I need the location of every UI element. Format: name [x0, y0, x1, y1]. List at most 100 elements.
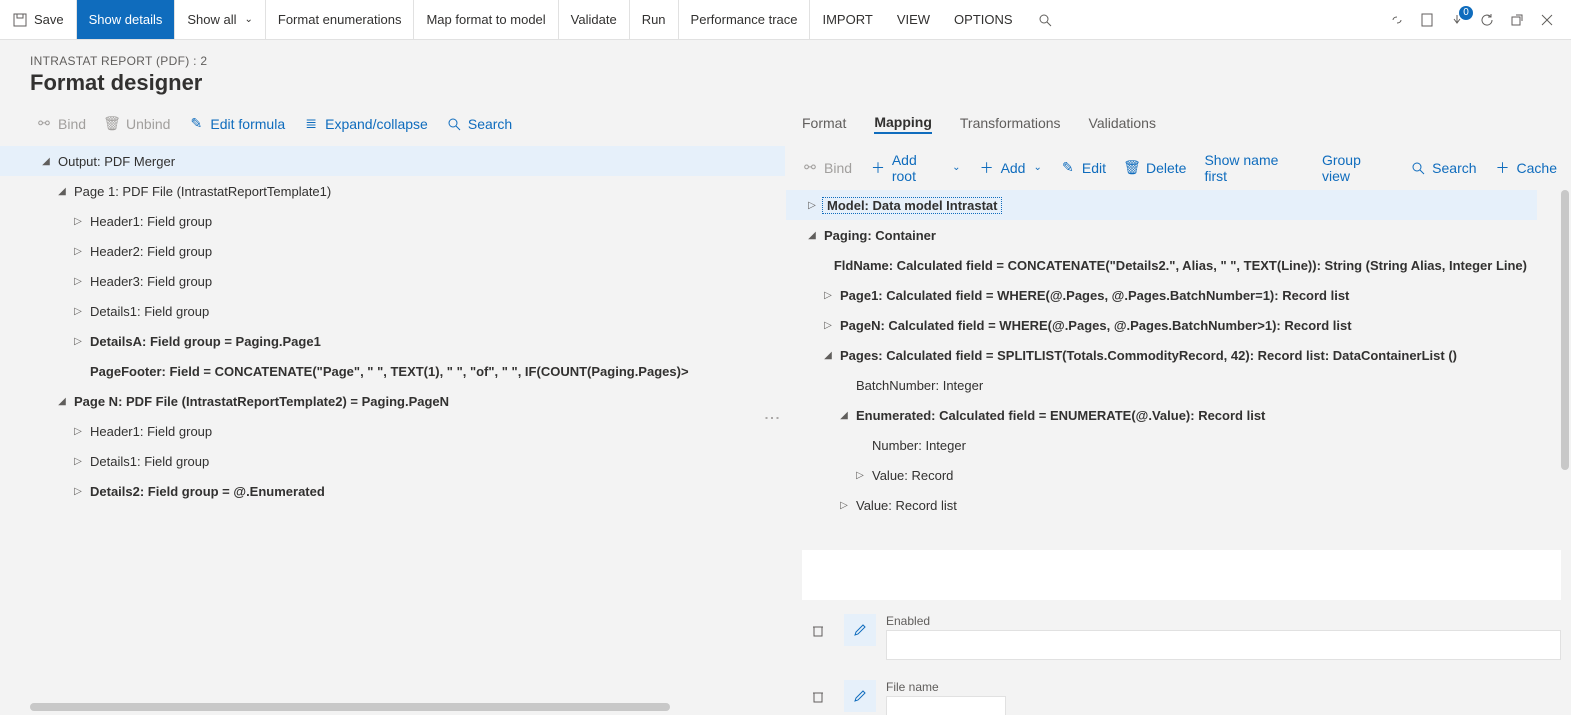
import-button[interactable]: IMPORT — [810, 0, 884, 39]
show-name-first-button[interactable]: Show name first — [1204, 152, 1304, 184]
mapping-tree[interactable]: ▷Model: Data model Intrastat◢Paging: Con… — [786, 190, 1561, 544]
search-button-right[interactable]: Search — [1410, 160, 1476, 176]
tree-row[interactable]: ◢Page N: PDF File (IntrastatReportTempla… — [0, 386, 785, 416]
tree-row[interactable]: ◢Output: PDF Merger — [0, 146, 785, 176]
tree-label: BatchNumber: Integer — [854, 378, 983, 393]
options-button[interactable]: OPTIONS — [942, 0, 1025, 39]
refresh-icon[interactable] — [1479, 12, 1495, 28]
tree-row[interactable]: ◢Pages: Calculated field = SPLITLIST(Tot… — [786, 340, 1537, 370]
tree-row[interactable]: FldName: Calculated field = CONCATENATE(… — [786, 250, 1537, 280]
horizontal-scrollbar[interactable] — [30, 703, 670, 711]
save-button[interactable]: Save — [0, 0, 77, 39]
bind-button-left[interactable]: ⚯Bind — [36, 116, 86, 132]
more-icon[interactable]: ⋮ — [762, 410, 781, 426]
expand-icon[interactable]: ▷ — [68, 306, 88, 317]
office-icon[interactable] — [1419, 12, 1435, 28]
tab-validations[interactable]: Validations — [1089, 115, 1156, 133]
chevron-down-icon: ⌄ — [952, 162, 960, 173]
tab-mapping[interactable]: Mapping — [874, 114, 932, 134]
tree-row[interactable]: ▷Value: Record list — [786, 490, 1537, 520]
expand-icon[interactable]: ▷ — [68, 456, 88, 467]
tree-row[interactable]: ◢Enumerated: Calculated field = ENUMERAT… — [786, 400, 1537, 430]
enabled-input[interactable] — [886, 630, 1561, 660]
tree-row[interactable]: ▷Header1: Field group — [0, 416, 785, 446]
run-button[interactable]: Run — [630, 0, 679, 39]
tree-row[interactable]: BatchNumber: Integer — [786, 370, 1537, 400]
cache-button[interactable]: ＋Cache — [1495, 160, 1557, 176]
expand-icon[interactable]: ▷ — [850, 470, 870, 481]
collapse-icon[interactable]: ◢ — [52, 186, 72, 197]
tree-row[interactable]: ▷Details1: Field group — [0, 296, 785, 326]
vertical-scrollbar[interactable] — [1561, 190, 1569, 470]
collapse-icon[interactable]: ◢ — [36, 156, 56, 167]
expand-icon[interactable]: ▷ — [68, 216, 88, 227]
filename-input[interactable] — [886, 696, 1006, 715]
expand-icon[interactable]: ▷ — [818, 290, 838, 301]
trash-icon: 🗑 — [104, 116, 120, 132]
tree-row[interactable]: ▷Details1: Field group — [0, 446, 785, 476]
performance-trace-button[interactable]: Performance trace — [679, 0, 811, 39]
tree-row[interactable]: ▷Details2: Field group = @.Enumerated — [0, 476, 785, 506]
tree-row[interactable]: ▷Header1: Field group — [0, 206, 785, 236]
expand-icon[interactable]: ▷ — [68, 336, 88, 347]
tab-format[interactable]: Format — [802, 115, 846, 133]
tree-label: DetailsA: Field group = Paging.Page1 — [88, 334, 321, 349]
show-details-button[interactable]: Show details — [77, 0, 176, 39]
add-root-button[interactable]: ＋Add root⌄ — [870, 152, 961, 184]
collapse-icon[interactable]: ◢ — [818, 350, 838, 361]
tree-row[interactable]: ▷Header3: Field group — [0, 266, 785, 296]
format-enumerations-button[interactable]: Format enumerations — [266, 0, 415, 39]
collapse-icon[interactable]: ◢ — [834, 410, 854, 421]
delete-enabled-button[interactable] — [802, 614, 834, 646]
format-tree[interactable]: ◢Output: PDF Merger◢Page 1: PDF File (In… — [0, 146, 785, 715]
expand-icon[interactable]: ▷ — [68, 426, 88, 437]
unbind-button[interactable]: 🗑Unbind — [104, 116, 170, 132]
tree-row[interactable]: ◢Page 1: PDF File (IntrastatReportTempla… — [0, 176, 785, 206]
expand-icon[interactable]: ▷ — [802, 200, 822, 211]
add-button[interactable]: ＋Add⌄ — [979, 160, 1042, 176]
tab-transformations[interactable]: Transformations — [960, 115, 1061, 133]
edit-filename-button[interactable] — [844, 680, 876, 712]
view-button[interactable]: VIEW — [885, 0, 942, 39]
group-view-button[interactable]: Group view — [1322, 152, 1392, 184]
tree-row[interactable]: Number: Integer — [786, 430, 1537, 460]
expand-icon[interactable]: ▷ — [68, 276, 88, 287]
search-button[interactable] — [1025, 0, 1065, 39]
tree-row[interactable]: ▷Value: Record — [786, 460, 1537, 490]
tree-label: FldName: Calculated field = CONCATENATE(… — [832, 258, 1527, 273]
map-format-button[interactable]: Map format to model — [414, 0, 558, 39]
plus-icon: ＋ — [1495, 160, 1511, 176]
save-label: Save — [34, 12, 64, 27]
tree-row[interactable]: ▷Model: Data model Intrastat — [786, 190, 1537, 220]
close-icon[interactable] — [1539, 12, 1555, 28]
link-icon[interactable] — [1389, 12, 1405, 28]
collapse-icon[interactable]: ◢ — [802, 230, 822, 241]
tree-row[interactable]: ▷Page1: Calculated field = WHERE(@.Pages… — [786, 280, 1537, 310]
expand-icon[interactable]: ▷ — [68, 486, 88, 497]
delete-button[interactable]: 🗑Delete — [1124, 160, 1186, 176]
tree-label: Header1: Field group — [88, 214, 212, 229]
tree-row[interactable]: ▷Header2: Field group — [0, 236, 785, 266]
edit-button[interactable]: ✎Edit — [1060, 160, 1106, 176]
expand-icon[interactable]: ▷ — [834, 500, 854, 511]
tree-row[interactable]: ▷DetailsA: Field group = Paging.Page1 — [0, 326, 785, 356]
edit-formula-button[interactable]: ✎Edit formula — [188, 116, 285, 132]
validate-button[interactable]: Validate — [559, 0, 630, 39]
attachments-icon[interactable] — [1449, 12, 1465, 28]
expand-icon[interactable]: ▷ — [68, 246, 88, 257]
expand-icon[interactable]: ▷ — [818, 320, 838, 331]
popout-icon[interactable] — [1509, 12, 1525, 28]
bind-button-right[interactable]: ⚯Bind — [802, 160, 852, 176]
plus-icon: ＋ — [870, 160, 886, 176]
collapse-icon[interactable]: ◢ — [52, 396, 72, 407]
tree-row[interactable]: ◢Paging: Container — [786, 220, 1537, 250]
tree-label: PageFooter: Field = CONCATENATE("Page", … — [88, 364, 689, 379]
show-all-button[interactable]: Show all⌄ — [175, 0, 266, 39]
search-button-left[interactable]: Search — [446, 116, 512, 132]
expand-collapse-button[interactable]: ≣Expand/collapse — [303, 116, 428, 132]
tree-row[interactable]: PageFooter: Field = CONCATENATE("Page", … — [0, 356, 785, 386]
edit-enabled-button[interactable] — [844, 614, 876, 646]
delete-filename-button[interactable] — [802, 680, 834, 712]
search-icon — [446, 116, 462, 132]
tree-row[interactable]: ▷PageN: Calculated field = WHERE(@.Pages… — [786, 310, 1537, 340]
